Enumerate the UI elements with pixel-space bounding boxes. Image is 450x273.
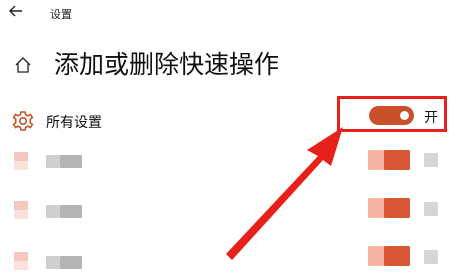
all-settings-label: 所有设置 — [46, 115, 102, 131]
obscured-row-icon — [14, 252, 28, 261]
settings-window: 设置 添加或删除快速操作 所有设置 开 — [0, 0, 450, 273]
obscured-row-label — [60, 155, 82, 168]
obscured-toggle — [384, 246, 410, 266]
obscured-row-icon — [14, 201, 28, 210]
obscured-toggle — [368, 198, 384, 218]
obscured-row-label — [46, 256, 60, 269]
obscured-row-icon — [14, 161, 28, 170]
obscured-row-label — [60, 205, 82, 218]
annotation-arrow — [226, 127, 343, 260]
gear-icon — [12, 110, 34, 132]
toggle-knob — [400, 111, 409, 120]
obscured-toggle — [384, 198, 410, 218]
toggle-state-label: 开 — [424, 110, 438, 126]
obscured-toggle — [368, 150, 384, 170]
window-title: 设置 — [50, 8, 72, 21]
obscured-toggle-state — [424, 202, 438, 216]
obscured-toggle-state — [424, 153, 438, 167]
obscured-row-label — [60, 256, 82, 269]
obscured-row-icon — [14, 210, 28, 219]
obscured-toggle — [368, 246, 384, 266]
obscured-toggle — [384, 150, 410, 170]
all-settings-toggle[interactable] — [369, 106, 414, 125]
obscured-row-label — [46, 155, 60, 168]
obscured-row-icon — [14, 152, 28, 161]
obscured-row-label — [46, 205, 60, 218]
back-arrow-icon[interactable] — [5, 2, 27, 20]
obscured-toggle-state — [424, 250, 438, 264]
home-icon[interactable] — [14, 56, 32, 74]
page-title: 添加或删除快速操作 — [54, 50, 280, 79]
obscured-row-icon — [14, 261, 28, 270]
